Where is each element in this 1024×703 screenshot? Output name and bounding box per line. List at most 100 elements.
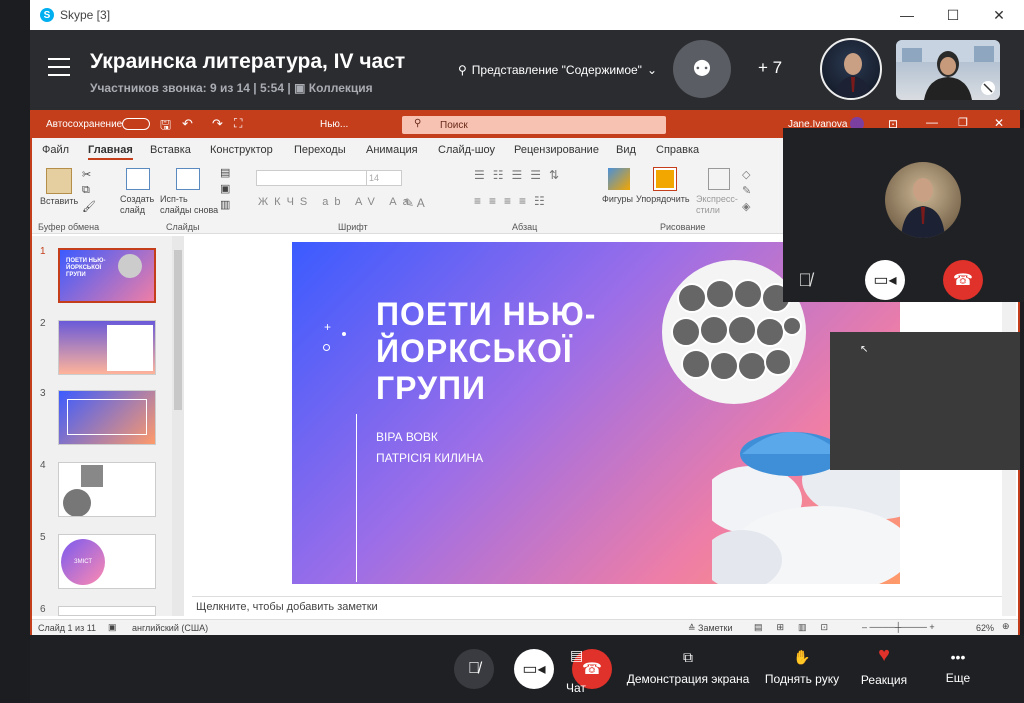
minimize-button[interactable]: — [884,0,930,30]
reuse-slides-icon[interactable] [176,168,200,190]
scrollbar-thumb[interactable] [174,250,182,410]
slide-thumbnail-1[interactable]: ПОЕТИ НЬЮ-ЙОРКСЬКОЇ ГРУПИ [58,248,156,303]
mute-button[interactable]: 🎙̸ [454,649,494,689]
font-name-field[interactable] [256,170,374,186]
collection-link[interactable]: Коллекция [309,81,373,95]
thumb-photo [63,489,91,516]
share-screen-icon: ⧉ [683,649,693,665]
video-button[interactable]: ▭◂ [514,649,554,689]
mute-mic-button[interactable]: 🎙̸ [785,260,825,300]
list-buttons[interactable]: ☰☷☰☰⇅ [474,168,567,182]
more-button[interactable]: ••• Еще [938,649,978,685]
tab-transitions[interactable]: Переходы [294,144,346,156]
autosave-toggle[interactable] [122,118,150,130]
maximize-button[interactable]: ☐ [930,0,976,30]
font-format-buttons[interactable]: ЖКЧS ab AV Aa [258,196,415,208]
section-icon[interactable]: ▥ [220,198,230,211]
hang-up-icon: ☎ [953,272,973,289]
copy-icon[interactable]: ⧉ [82,184,90,197]
font-color-icon[interactable]: ✎ A [404,196,425,210]
autosave-label: Автосохранение [46,119,123,130]
participant-avatar[interactable] [820,38,882,100]
slide-thumbnail-5[interactable]: ЗМІСТ [58,534,156,589]
camera-button[interactable]: ▭◂ [865,260,905,300]
slide-number: 1 [40,246,46,257]
tab-review[interactable]: Рецензирование [514,144,599,156]
call-subtitle: Участников звонка: 9 из 14 | 5:54 | ▣ Ко… [90,81,373,95]
chat-button[interactable]: Чат [566,681,586,695]
tab-slideshow[interactable]: Слайд-шоу [438,144,495,156]
tab-insert[interactable]: Вставка [150,144,191,156]
shape-outline-icon[interactable]: ✎ [742,184,751,197]
slide-thumbnail-3[interactable] [58,390,156,445]
quick-styles-button[interactable]: Экспресс-стили [696,194,740,216]
tab-file[interactable]: Файл [42,144,69,156]
notes-placeholder: Щелкните, чтобы добавить заметки [196,601,378,613]
call-controls-bar: 🎙̸ ▭◂ ☎ Чат ▤ ⧉ Демонстрация экрана ✋ По… [30,635,1024,703]
view-buttons[interactable]: ▤⊞▥⊡ [754,622,842,633]
shapes-button[interactable]: Фигуры [602,194,633,204]
more-participants-count[interactable]: + 7 [758,58,782,78]
minimize-button[interactable]: — [926,115,938,129]
reaction-button[interactable]: ♥ Реакция [856,645,912,687]
paste-button[interactable]: Вставить [40,196,78,206]
slide-thumbnail-4[interactable] [58,462,156,517]
redo-icon[interactable]: ↷ [212,116,223,132]
shape-effects-icon[interactable]: ◈ [742,200,750,213]
present-icon[interactable]: ⛶ [234,116,242,131]
tab-design[interactable]: Конструктор [210,144,273,156]
chat-label: Чат [566,681,586,695]
shape-fill-icon[interactable]: ◇ [742,168,750,181]
reset-icon[interactable]: ▣ [220,182,230,195]
search-box[interactable]: ⚲ Поиск [402,116,666,134]
raise-hand-button[interactable]: ✋ Поднять руку [762,649,842,686]
menu-icon[interactable] [48,58,70,76]
language-label[interactable]: английский (США) [132,623,208,633]
align-buttons[interactable]: ≡≡≡≡☷ [474,194,553,208]
arrange-icon[interactable] [653,167,677,191]
end-call-button[interactable]: ☎ [943,260,983,300]
chat-icon[interactable]: ▤ [570,647,583,664]
mic-off-icon: 🎙̸ [798,269,812,290]
share-label: Демонстрация экрана [626,672,750,686]
new-slide-button[interactable]: Создать слайд [120,194,160,216]
notes-button[interactable]: ≙ Заметки [688,623,732,634]
save-icon[interactable]: 🖫 [160,116,171,138]
screen-share-button[interactable]: ⧉ Демонстрация экрана [626,649,750,686]
format-painter-icon[interactable]: 🖌 [82,200,96,213]
tab-help[interactable]: Справка [656,144,699,156]
file-name: Нью... [320,119,349,130]
slide-thumbnail-6[interactable] [58,606,156,616]
tab-view[interactable]: Вид [616,144,636,156]
presenter-avatar [885,162,961,238]
new-slide-icon[interactable] [126,168,150,190]
view-mode-selector[interactable]: ⚲ Представление "Содержимое" ⌄ [458,63,657,77]
tab-animations[interactable]: Анимация [366,144,418,156]
undo-icon[interactable]: ↶ [182,116,193,132]
layout-icon[interactable]: ▤ [220,166,230,179]
arrange-button[interactable]: Упорядочить [636,194,690,204]
add-participant-button[interactable]: ⚉ [673,40,731,98]
shapes-icon[interactable] [608,168,630,190]
font-size-field[interactable]: 14 [366,170,402,186]
fit-slide-icon[interactable]: ⊕ [1002,621,1010,632]
quick-styles-icon[interactable] [708,168,730,190]
reuse-slides-button[interactable]: Исп-ть слайды снова [160,194,220,216]
spellcheck-icon[interactable]: ▣ [108,622,117,633]
notes-button-label: Заметки [698,623,733,633]
group-paragraph: Абзац [512,222,538,232]
slide-thumbnail-2[interactable] [58,320,156,375]
participants-info: Участников звонка: 9 из 14 | 5:54 [90,81,285,95]
thumb-contents-label: ЗМІСТ [61,539,105,585]
person-video-icon [896,40,1000,100]
gallery-icon: ▣ [294,81,306,95]
participant-video[interactable] [896,40,1000,100]
close-button[interactable]: ✕ [976,0,1022,30]
cut-icon[interactable]: ✂ [82,168,91,181]
tab-home[interactable]: Главная [88,144,133,160]
zoom-slider[interactable]: – ────┼──── + [862,622,935,632]
thumbnails-scrollbar[interactable] [172,236,184,616]
notes-pane[interactable]: Щелкните, чтобы добавить заметки [192,596,1002,616]
paste-icon[interactable] [46,168,72,194]
reaction-label: Реакция [860,673,908,687]
